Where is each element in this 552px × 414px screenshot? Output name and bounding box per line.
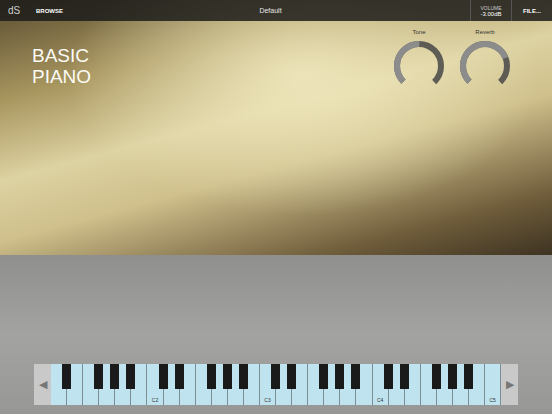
octave-up-button[interactable]: ▶ [501, 364, 518, 405]
browse-button[interactable]: BROWSE [28, 8, 71, 14]
white-key[interactable]: C2 [147, 364, 163, 405]
file-button[interactable]: FILE... [511, 0, 552, 21]
title-line: BASIC [32, 45, 91, 66]
black-key[interactable] [94, 364, 103, 389]
black-key[interactable] [175, 364, 184, 389]
black-key[interactable] [287, 364, 296, 389]
black-key[interactable] [271, 364, 280, 389]
black-key[interactable] [319, 364, 328, 389]
black-key[interactable] [384, 364, 393, 389]
black-key[interactable] [223, 364, 232, 389]
white-key[interactable]: C4 [373, 364, 389, 405]
white-key[interactable] [51, 364, 67, 405]
key-label: C3 [264, 397, 270, 405]
black-key[interactable] [432, 364, 441, 389]
piano-photo: dSBROWSEDefaultVOLUME-3.00dBFILE...BASIC… [0, 0, 552, 255]
black-key[interactable] [62, 364, 71, 389]
knob[interactable]: Tone [390, 29, 448, 95]
black-key[interactable] [239, 364, 248, 389]
white-key[interactable]: C5 [485, 364, 501, 405]
white-key[interactable]: C3 [260, 364, 276, 405]
white-key[interactable] [196, 364, 212, 405]
key-label: C4 [377, 397, 383, 405]
octave-down-button[interactable]: ◀ [34, 364, 51, 405]
black-key[interactable] [159, 364, 168, 389]
black-key[interactable] [126, 364, 135, 389]
knob-arc-icon[interactable] [390, 37, 448, 95]
knob[interactable]: Reverb [456, 29, 514, 95]
knob-arc-icon[interactable] [456, 37, 514, 95]
volume-label: VOLUME [480, 5, 501, 11]
knob-group: Tone Reverb [390, 29, 514, 95]
black-key[interactable] [448, 364, 457, 389]
key-label: C5 [489, 397, 495, 405]
volume-value: -3.00dB [480, 11, 501, 17]
white-key[interactable] [308, 364, 324, 405]
white-key[interactable] [83, 364, 99, 405]
black-key[interactable] [110, 364, 119, 389]
white-key[interactable] [421, 364, 437, 405]
knob-label: Tone [412, 29, 425, 35]
instrument-title: BASICPIANO [32, 29, 91, 95]
title-line: PIANO [32, 66, 91, 87]
black-key[interactable] [207, 364, 216, 389]
black-key[interactable] [351, 364, 360, 389]
keyboard-area: ◀ C2 C3 C4 C5 ▶ [0, 255, 552, 414]
preset-name[interactable]: Default [71, 7, 470, 14]
top-bar: dSBROWSEDefaultVOLUME-3.00dBFILE... [0, 0, 552, 21]
keyboard: ◀ C2 C3 C4 C5 ▶ [34, 364, 518, 405]
black-key[interactable] [400, 364, 409, 389]
knob-label: Reverb [475, 29, 494, 35]
piano-app: dSBROWSEDefaultVOLUME-3.00dBFILE...BASIC… [0, 0, 552, 414]
black-key[interactable] [335, 364, 344, 389]
black-key[interactable] [464, 364, 473, 389]
logo: dS [0, 5, 28, 16]
key-label: C2 [152, 397, 158, 405]
volume-control[interactable]: VOLUME-3.00dB [470, 0, 511, 21]
